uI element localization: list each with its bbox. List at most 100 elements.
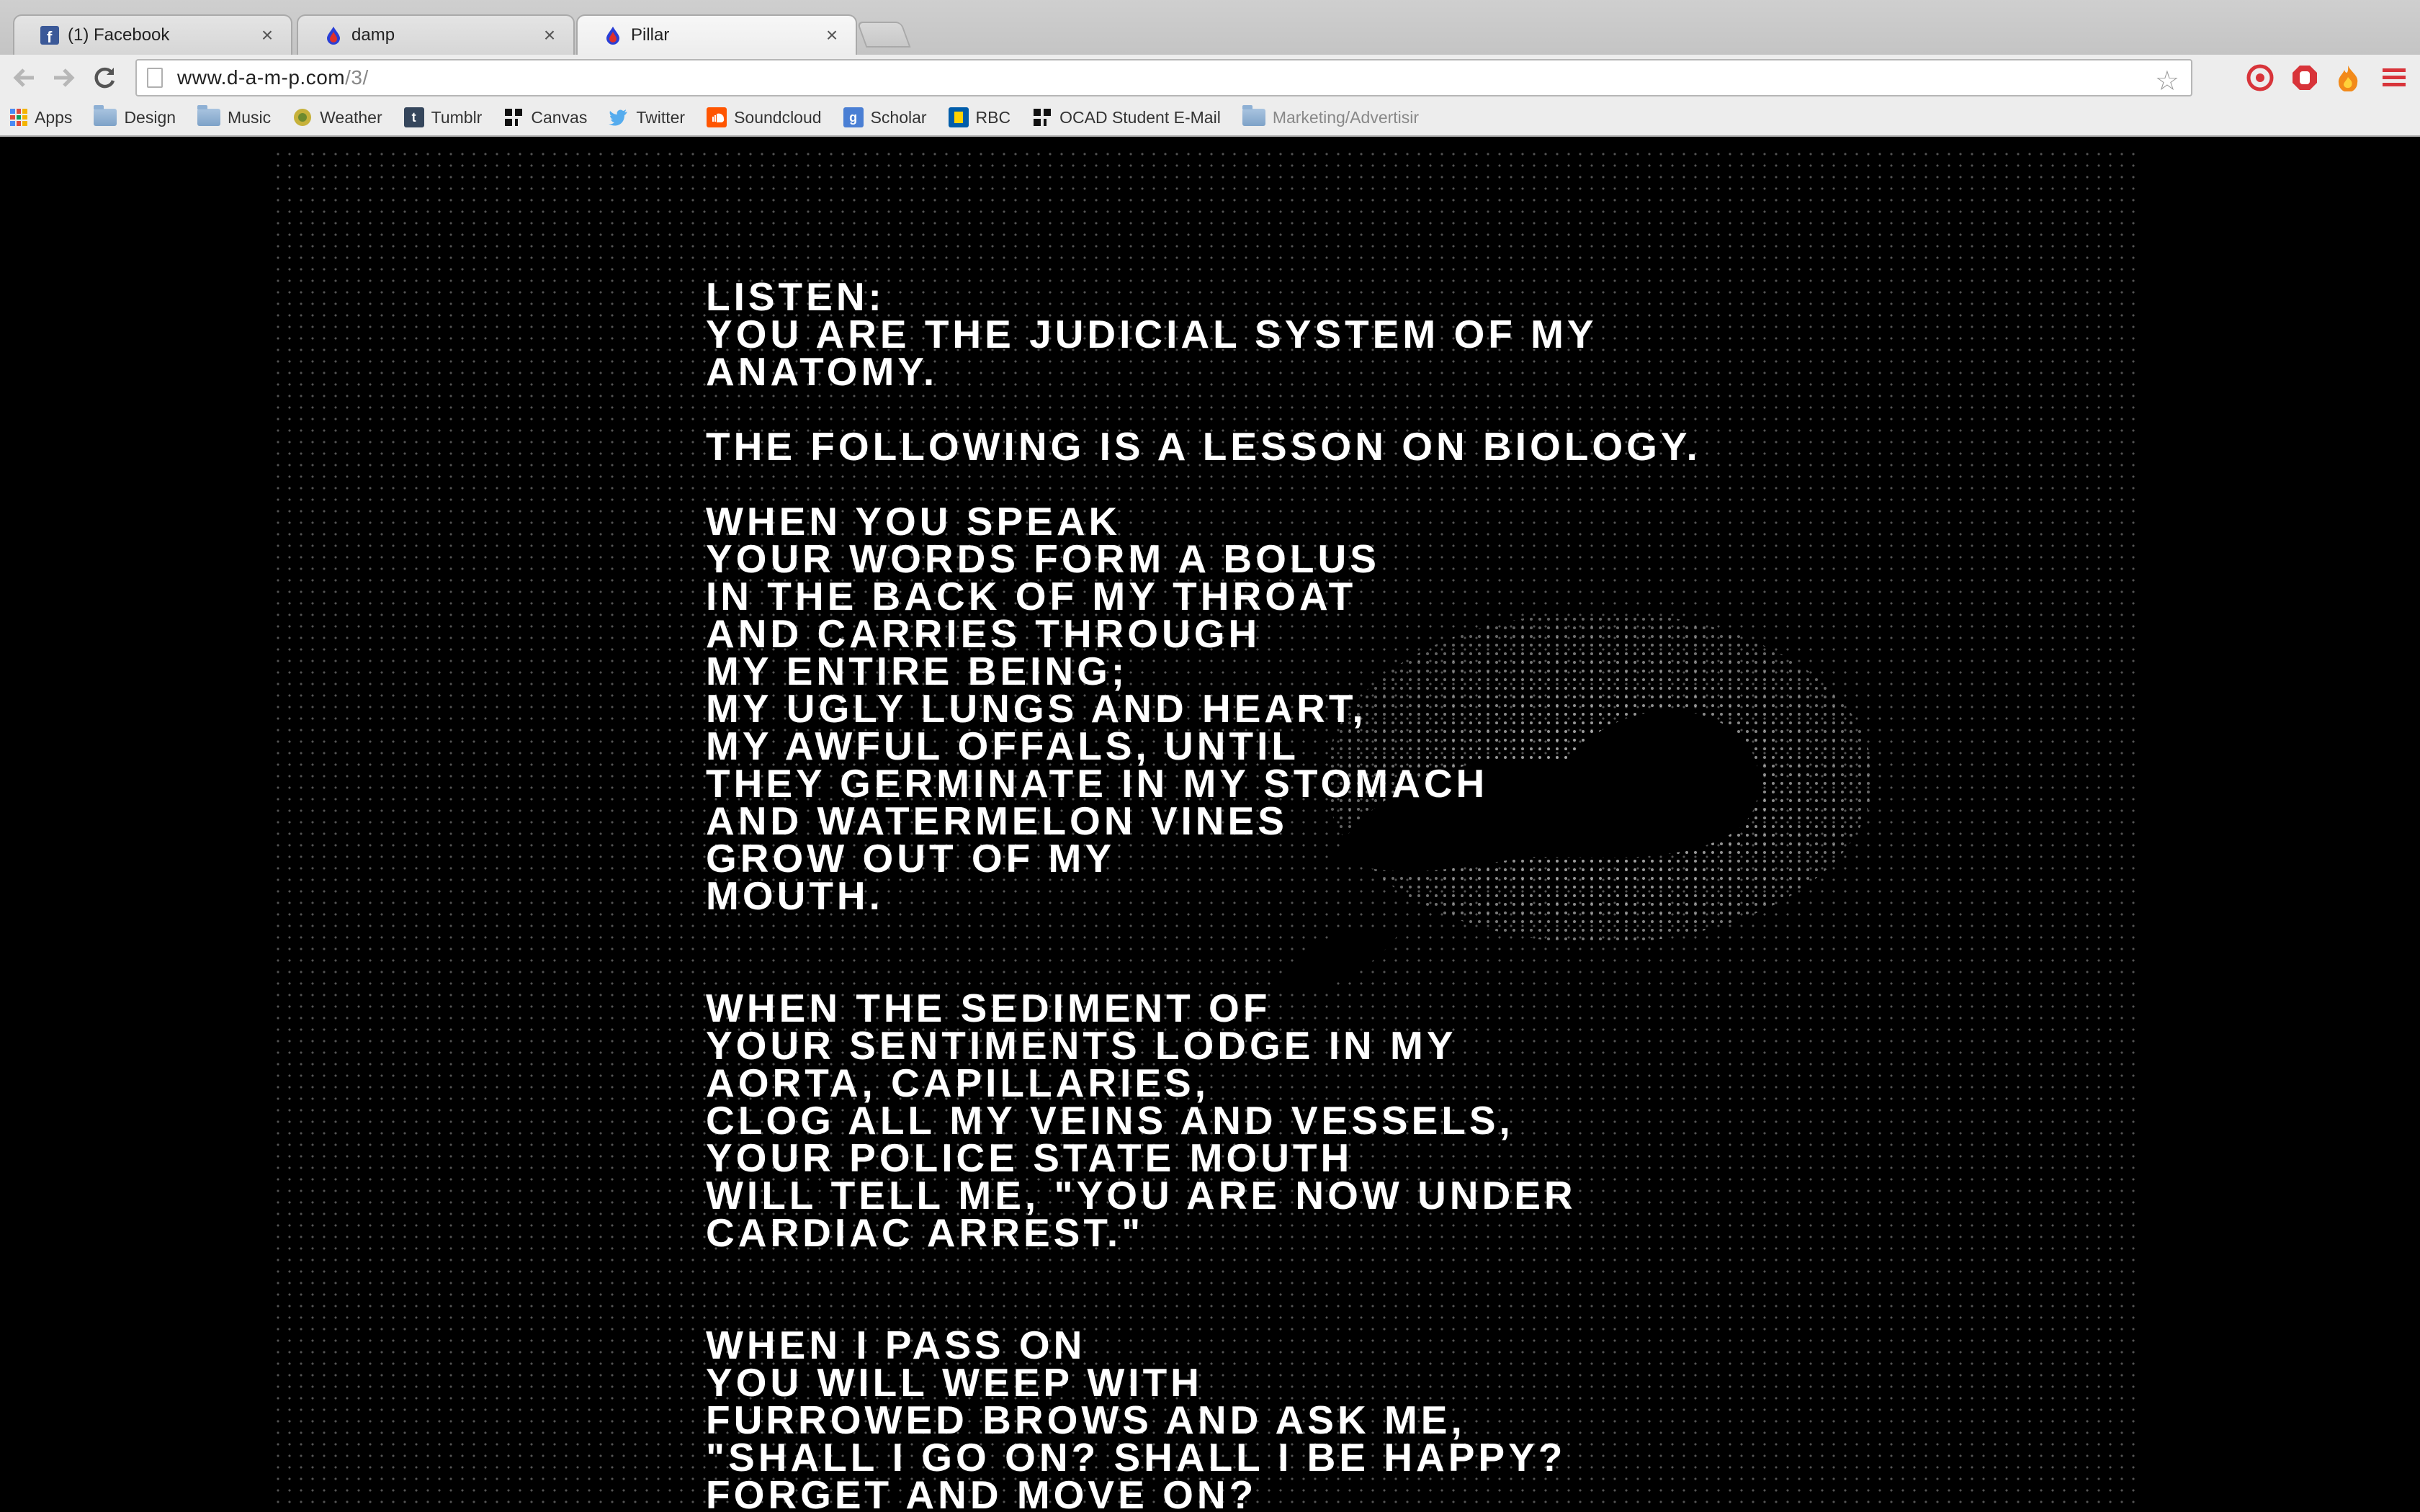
bookmark-label: Apps xyxy=(35,107,73,127)
bookmark-music[interactable]: Music xyxy=(197,105,272,127)
bookmark-canvas[interactable]: Canvas xyxy=(503,107,587,127)
poem-line: MOUTH. xyxy=(706,873,884,918)
bookmark-label: Canvas xyxy=(531,107,588,127)
poem-line: WILL TELL ME, "YOU ARE NOW UNDER xyxy=(706,1173,1577,1218)
svg-text:f: f xyxy=(47,28,53,45)
poem-line: CARDIAC ARREST." xyxy=(706,1210,1144,1255)
page-icon xyxy=(147,68,163,88)
bookmarks-bar: Apps Design Music Weather t Tumblr Canva… xyxy=(0,99,2420,137)
tab-pillar[interactable]: Pillar × xyxy=(576,14,857,55)
poem-stanza: LISTEN: YOU ARE THE JUDICIAL SYSTEM OF M… xyxy=(706,274,1786,394)
url-text: www.d-a-m-p.com/3/ xyxy=(177,66,369,89)
poem-line: GROW OUT OF MY xyxy=(706,836,1116,881)
forward-button[interactable] xyxy=(48,62,79,94)
poem-line: WHEN I PASS ON xyxy=(706,1323,1086,1367)
bookmark-label: Design xyxy=(124,107,176,127)
bookmark-weather[interactable]: Weather xyxy=(292,107,382,127)
adblock-icon[interactable] xyxy=(2290,63,2319,92)
folder-icon xyxy=(94,105,117,126)
close-icon[interactable]: × xyxy=(256,24,278,47)
ocad-icon xyxy=(1032,107,1052,127)
poem-line: AORTA, CAPILLARIES, xyxy=(706,1061,1209,1105)
back-button[interactable] xyxy=(9,62,40,94)
poem-stanza: WHEN THE SEDIMENT OF YOUR SENTIMENTS LOD… xyxy=(706,986,1786,1255)
tab-damp[interactable]: damp × xyxy=(297,14,575,55)
poem-line: YOUR SENTIMENTS LODGE IN MY xyxy=(706,1023,1457,1068)
poem-line: MY UGLY LUNGS AND HEART, xyxy=(706,686,1367,731)
address-bar[interactable]: www.d-a-m-p.com/3/ ☆ xyxy=(135,59,2192,96)
bookmark-rbc[interactable]: RBC xyxy=(948,107,1011,127)
bookmark-label: Scholar xyxy=(870,107,927,127)
poem: LISTEN: YOU ARE THE JUDICIAL SYSTEM OF M… xyxy=(706,274,1786,1512)
poem-line: IN THE BACK OF MY THROAT xyxy=(706,574,1357,618)
tumblr-icon: t xyxy=(403,107,424,127)
close-icon[interactable]: × xyxy=(539,24,560,47)
bookmark-marketing[interactable]: Marketing/Advertisir xyxy=(1242,105,1420,127)
browser-chrome: f (1) Facebook × damp × Pillar × www.d-a… xyxy=(0,0,2420,137)
poem-line: THE FOLLOWING IS A LESSON ON BIOLOGY. xyxy=(706,424,1701,469)
poem-line: FORGET AND MOVE ON? xyxy=(706,1472,1258,1512)
poem-line: AND CARRIES THROUGH xyxy=(706,611,1261,656)
folder-icon xyxy=(197,105,221,126)
poem-line: YOUR POLICE STATE MOUTH xyxy=(706,1135,1353,1180)
back-arrow-icon xyxy=(13,68,34,87)
folder-icon xyxy=(1242,105,1265,126)
rbc-icon xyxy=(948,107,969,127)
poem-line: WHEN THE SEDIMENT OF xyxy=(706,986,1271,1030)
poem-stanza: THE FOLLOWING IS A LESSON ON BIOLOGY. xyxy=(706,424,1786,469)
facebook-icon: f xyxy=(40,26,59,45)
new-tab-button[interactable] xyxy=(856,22,911,48)
tab-label: (1) Facebook xyxy=(68,25,170,45)
poem-line: MY AWFUL OFFALS, UNTIL xyxy=(706,724,1299,768)
bookmark-label: RBC xyxy=(975,107,1011,127)
extension-a-icon[interactable] xyxy=(2246,63,2275,92)
poem-stanza: WHEN I PASS ON YOU WILL WEEP WITH FURROW… xyxy=(706,1326,1786,1512)
bookmark-label: Soundcloud xyxy=(734,107,822,127)
damp-droplet-icon xyxy=(324,26,343,45)
bookmark-ocad-email[interactable]: OCAD Student E-Mail xyxy=(1032,107,1221,127)
bookmark-design[interactable]: Design xyxy=(94,105,176,127)
soundcloud-icon xyxy=(707,107,727,127)
flame-extension-icon[interactable] xyxy=(2334,63,2362,92)
bookmark-label: Tumblr xyxy=(431,107,483,127)
menu-hamburger-icon[interactable] xyxy=(2380,63,2408,92)
bookmark-label: OCAD Student E-Mail xyxy=(1059,107,1221,127)
bookmark-label: Marketing/Advertisir xyxy=(1272,107,1420,127)
scholar-icon: g xyxy=(843,107,864,127)
bookmark-tumblr[interactable]: t Tumblr xyxy=(403,107,483,127)
weather-icon xyxy=(292,107,313,127)
poem-line: YOU WILL WEEP WITH xyxy=(706,1360,1203,1405)
forward-arrow-icon xyxy=(54,68,75,87)
page-viewport[interactable]: LISTEN: YOU ARE THE JUDICIAL SYSTEM OF M… xyxy=(0,137,2420,1512)
bookmark-scholar[interactable]: g Scholar xyxy=(843,107,927,127)
bookmark-label: Twitter xyxy=(636,107,686,127)
tab-label: damp xyxy=(351,25,395,45)
twitter-icon xyxy=(609,107,629,127)
poem-line: ANATOMY. xyxy=(706,349,938,394)
poem-line: YOU ARE THE JUDICIAL SYSTEM OF MY xyxy=(706,312,1597,356)
tab-strip: f (1) Facebook × damp × Pillar × xyxy=(0,0,2420,55)
bookmark-star-icon[interactable]: ☆ xyxy=(2155,65,2179,97)
bookmark-twitter[interactable]: Twitter xyxy=(609,107,685,127)
bookmark-apps[interactable]: Apps xyxy=(10,108,72,127)
poem-line: AND WATERMELON VINES xyxy=(706,798,1288,843)
poem-line: WHEN YOU SPEAK xyxy=(706,499,1121,544)
apps-grid-icon xyxy=(10,109,27,126)
poem-stanza: WHEN YOU SPEAK YOUR WORDS FORM A BOLUS I… xyxy=(706,499,1786,918)
poem-line: LISTEN: xyxy=(706,274,885,319)
tab-facebook[interactable]: f (1) Facebook × xyxy=(13,14,292,55)
reload-button[interactable] xyxy=(89,62,121,94)
url-host: www.d-a-m-p.com xyxy=(177,66,346,89)
poem-line: CLOG ALL MY VEINS AND VESSELS, xyxy=(706,1098,1514,1143)
reload-icon xyxy=(94,67,115,89)
url-path: /3/ xyxy=(345,66,369,89)
bookmark-soundcloud[interactable]: Soundcloud xyxy=(707,107,822,127)
poem-line: YOUR WORDS FORM A BOLUS xyxy=(706,536,1380,581)
poem-line: THEY GERMINATE IN MY STOMACH xyxy=(706,761,1489,806)
browser-toolbar: www.d-a-m-p.com/3/ ☆ xyxy=(0,55,2420,99)
close-icon[interactable]: × xyxy=(821,24,843,47)
poem-line: MY ENTIRE BEING; xyxy=(706,649,1129,693)
damp-droplet-icon xyxy=(604,26,622,45)
bookmark-label: Music xyxy=(228,107,272,127)
poem-line: "SHALL I GO ON? SHALL I BE HAPPY? xyxy=(706,1435,1567,1480)
